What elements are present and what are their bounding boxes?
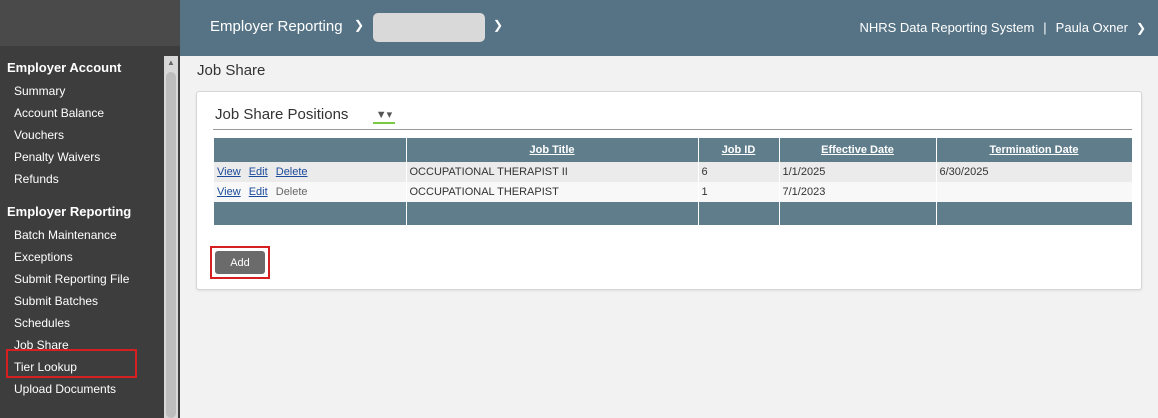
edit-link[interactable]: Edit — [249, 166, 268, 178]
header-right: NHRS Data Reporting System | Paula Oxner ❯ — [859, 20, 1146, 35]
scroll-up-arrow-icon[interactable]: ▲ — [164, 56, 178, 70]
header-separator: | — [1043, 20, 1047, 35]
cell-effective-date: 7/1/2023 — [779, 182, 937, 202]
cell-job-title: OCCUPATIONAL THERAPIST — [406, 182, 699, 202]
filter-icon[interactable]: ▼▾ — [373, 108, 395, 124]
sidebar-section-employer-account: Employer Account — [7, 60, 122, 75]
sidebar-item-exceptions[interactable]: Exceptions — [0, 246, 163, 268]
cell-termination-date: 6/30/2025 — [936, 162, 1133, 182]
sidebar-item-summary[interactable]: Summary — [0, 80, 163, 102]
delete-link-disabled: Delete — [275, 186, 308, 198]
add-button-highlight-box: Add — [210, 246, 270, 279]
view-link[interactable]: View — [217, 166, 241, 178]
footer-cell — [936, 202, 1133, 225]
cell-effective-date: 1/1/2025 — [779, 162, 937, 182]
cell-job-title: OCCUPATIONAL THERAPIST II — [406, 162, 699, 182]
view-link[interactable]: View — [217, 186, 241, 198]
sidebar: Employer Account Summary Account Balance… — [0, 0, 180, 418]
panel-divider — [213, 129, 1132, 130]
system-name: NHRS Data Reporting System — [859, 20, 1035, 35]
cell-job-id: 6 — [698, 162, 780, 182]
job-share-positions-panel: Job Share Positions ▼▾ Job Title Job ID … — [196, 91, 1142, 290]
add-button[interactable]: Add — [215, 251, 265, 274]
footer-cell — [406, 202, 699, 225]
chevron-down-icon[interactable]: ❯ — [354, 18, 364, 32]
column-header-actions — [214, 138, 407, 162]
table-row: View Edit Delete OCCUPATIONAL THERAPIST … — [214, 162, 1133, 182]
footer-cell — [779, 202, 937, 225]
sidebar-item-vouchers[interactable]: Vouchers — [0, 124, 163, 146]
job-share-highlight-box — [6, 349, 137, 378]
grid-footer-row — [214, 202, 1133, 225]
page-title: Job Share — [197, 62, 266, 79]
scrollbar-thumb[interactable] — [166, 72, 176, 418]
column-header-effective-date[interactable]: Effective Date — [779, 138, 937, 162]
column-header-termination-date[interactable]: Termination Date — [936, 138, 1133, 162]
row-actions: View Edit Delete — [214, 182, 407, 202]
employer-select[interactable] — [373, 13, 485, 42]
column-header-job-id[interactable]: Job ID — [698, 138, 780, 162]
column-header-job-title[interactable]: Job Title — [406, 138, 699, 162]
footer-cell — [698, 202, 780, 225]
edit-link[interactable]: Edit — [249, 186, 268, 198]
job-share-grid: Job Title Job ID Effective Date Terminat… — [214, 138, 1133, 225]
sidebar-item-schedules[interactable]: Schedules — [0, 312, 163, 334]
sidebar-section-employer-reporting: Employer Reporting — [7, 204, 132, 219]
chevron-down-icon[interactable]: ❯ — [1128, 21, 1146, 35]
table-row: View Edit Delete OCCUPATIONAL THERAPIST … — [214, 182, 1133, 202]
app-menu-title[interactable]: Employer Reporting — [210, 18, 343, 35]
sidebar-scrollbar[interactable]: ▲ — [164, 56, 178, 418]
sidebar-item-penalty-waivers[interactable]: Penalty Waivers — [0, 146, 163, 168]
panel-title: Job Share Positions — [215, 106, 349, 123]
grid-header-row: Job Title Job ID Effective Date Terminat… — [214, 138, 1133, 162]
delete-link[interactable]: Delete — [276, 166, 308, 178]
cell-termination-date — [936, 182, 1133, 202]
sidebar-item-account-balance[interactable]: Account Balance — [0, 102, 163, 124]
sidebar-item-submit-batches[interactable]: Submit Batches — [0, 290, 163, 312]
sidebar-item-batch-maintenance[interactable]: Batch Maintenance — [0, 224, 163, 246]
sidebar-item-upload-documents[interactable]: Upload Documents — [0, 378, 163, 400]
row-actions: View Edit Delete — [214, 162, 407, 182]
sidebar-top — [0, 0, 180, 46]
sidebar-item-submit-reporting-file[interactable]: Submit Reporting File — [0, 268, 163, 290]
user-name[interactable]: Paula Oxner — [1056, 20, 1128, 35]
footer-cell — [214, 202, 407, 225]
sidebar-item-refunds[interactable]: Refunds — [0, 168, 163, 190]
cell-job-id: 1 — [698, 182, 780, 202]
top-header: Employer Reporting ❯ ❯ NHRS Data Reporti… — [180, 0, 1158, 56]
chevron-down-icon[interactable]: ❯ — [493, 18, 503, 32]
